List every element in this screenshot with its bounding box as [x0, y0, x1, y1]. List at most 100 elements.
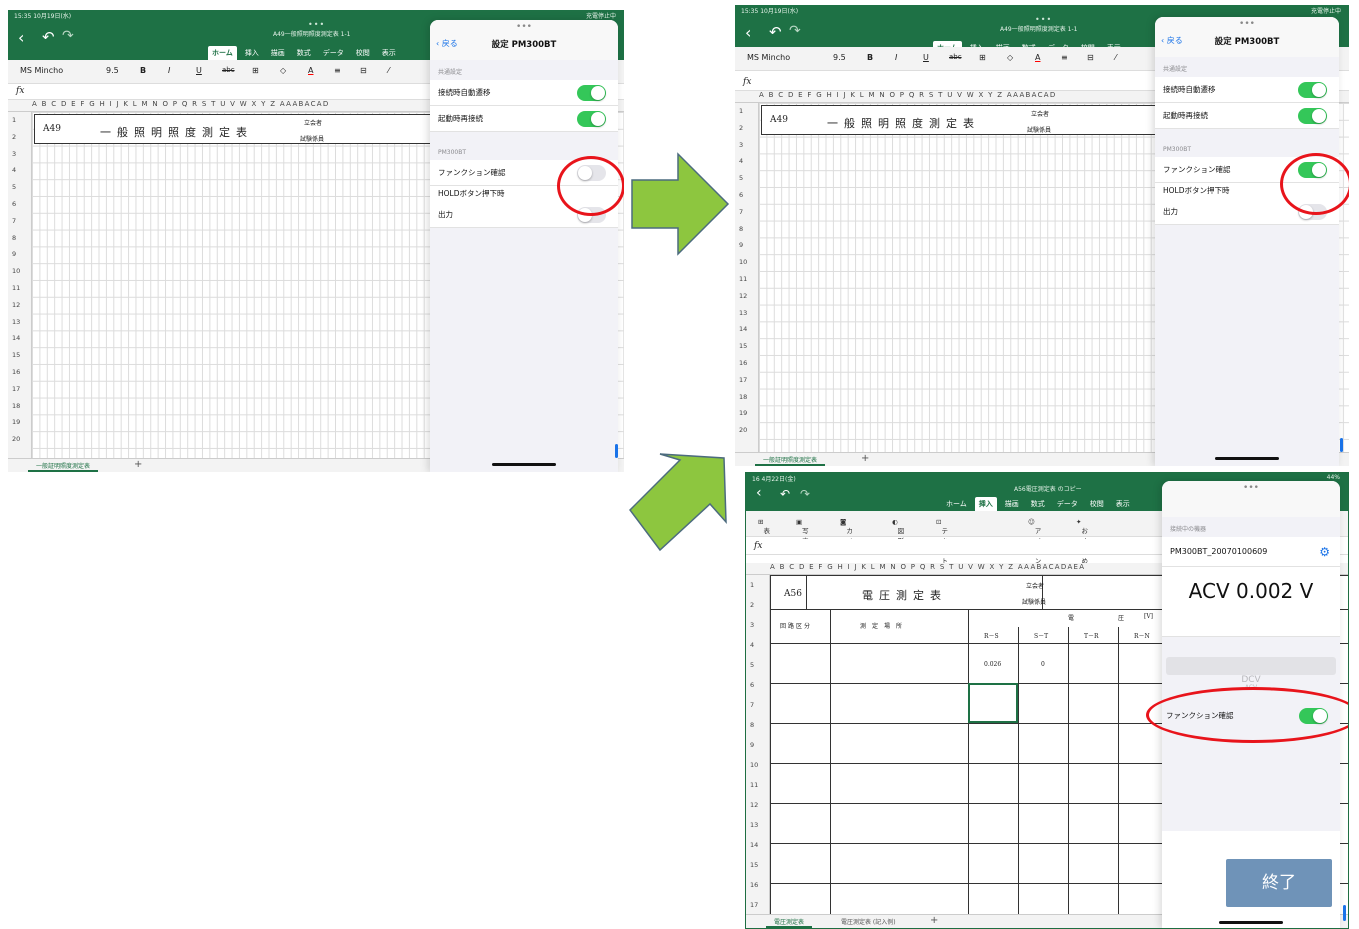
tab-formulas[interactable]: 数式	[1027, 497, 1049, 511]
row-number[interactable]: 2	[746, 595, 769, 615]
align-icon[interactable]: ≡	[334, 66, 341, 75]
row-number[interactable]: 13	[8, 314, 31, 331]
row-number[interactable]: 8	[746, 715, 769, 735]
row-number[interactable]: 5	[735, 170, 758, 187]
row-number[interactable]: 7	[746, 695, 769, 715]
add-sheet-button[interactable]: +	[861, 453, 869, 464]
row-number[interactable]: 9	[8, 246, 31, 263]
row-number[interactable]: 13	[735, 305, 758, 322]
undo-icon[interactable]: ↶	[769, 23, 782, 41]
italic-icon[interactable]: I	[168, 66, 170, 75]
tab-view[interactable]: 表示	[378, 46, 400, 60]
strikethrough-icon[interactable]: abc	[222, 66, 235, 74]
row-number[interactable]: 10	[735, 254, 758, 271]
row-number[interactable]: 15	[746, 855, 769, 875]
font-size-field[interactable]: 9.5	[833, 53, 846, 62]
tab-insert[interactable]: 挿入	[241, 46, 263, 60]
back-icon[interactable]: ‹	[756, 485, 762, 501]
row-number[interactable]: 15	[735, 338, 758, 355]
reconnect-toggle[interactable]	[1298, 108, 1327, 124]
row-number[interactable]: 4	[746, 635, 769, 655]
tab-data[interactable]: データ	[319, 46, 348, 60]
row-number[interactable]: 14	[8, 330, 31, 347]
insert-textbox-button[interactable]: ⊡ テキストボックス	[936, 518, 948, 605]
row-number[interactable]: 14	[746, 835, 769, 855]
row-number[interactable]: 20	[8, 431, 31, 448]
row-number[interactable]: 18	[735, 389, 758, 406]
row-number[interactable]: 12	[735, 288, 758, 305]
undo-icon[interactable]: ↶	[42, 28, 55, 46]
tab-data[interactable]: データ	[1053, 497, 1082, 511]
row-number[interactable]: 3	[735, 137, 758, 154]
back-icon[interactable]: ‹	[745, 23, 751, 42]
row-number[interactable]: 1	[735, 103, 758, 120]
redo-icon[interactable]: ↷	[800, 487, 810, 501]
row-number[interactable]: 16	[746, 875, 769, 895]
font-color-icon[interactable]: A	[1035, 53, 1040, 62]
row-number[interactable]: 17	[746, 895, 769, 915]
clear-icon[interactable]: ⁄	[1115, 53, 1116, 62]
row-number[interactable]: 8	[8, 230, 31, 247]
sheet-tab-voltage[interactable]: 電圧測定表	[766, 917, 813, 928]
fill-color-icon[interactable]: ◇	[280, 66, 286, 75]
row-number[interactable]: 11	[735, 271, 758, 288]
add-sheet-button[interactable]: +	[930, 915, 938, 926]
font-size-field[interactable]: 9.5	[106, 66, 119, 75]
sheet-tab[interactable]: 一般証明照度測定表	[755, 455, 826, 466]
row-number[interactable]: 12	[746, 795, 769, 815]
row-number[interactable]: 6	[735, 187, 758, 204]
align-icon[interactable]: ≡	[1061, 53, 1068, 62]
bluetooth-settings-icon[interactable]: ⚙	[1319, 537, 1330, 567]
row-number[interactable]: 9	[735, 237, 758, 254]
device-row[interactable]: PM300BT_20070100609 ⚙	[1162, 537, 1340, 567]
fill-color-icon[interactable]: ◇	[1007, 53, 1013, 62]
row-number[interactable]: 4	[735, 153, 758, 170]
cell-st-value[interactable]: 0	[1041, 661, 1045, 668]
insert-icon-button[interactable]: ☺ アイコン	[1028, 518, 1041, 565]
tab-home[interactable]: ホーム	[942, 497, 971, 511]
row-number[interactable]: 5	[746, 655, 769, 675]
row-number[interactable]: 17	[8, 381, 31, 398]
borders-icon[interactable]: ⊞	[252, 66, 259, 75]
row-number[interactable]: 19	[8, 414, 31, 431]
tab-review[interactable]: 校閲	[352, 46, 374, 60]
cell-rs-value[interactable]: 0.026	[984, 661, 1001, 668]
font-name-field[interactable]: MS Mincho	[20, 66, 63, 75]
tab-draw[interactable]: 描画	[267, 46, 289, 60]
row-number[interactable]: 6	[8, 196, 31, 213]
tab-insert[interactable]: 挿入	[974, 497, 997, 511]
redo-icon[interactable]: ↷	[789, 23, 801, 39]
row-number[interactable]: 17	[735, 372, 758, 389]
row-number[interactable]: 11	[746, 775, 769, 795]
row-number[interactable]: 10	[8, 263, 31, 280]
row-number[interactable]: 1	[8, 112, 31, 129]
insert-camera-button[interactable]: ◙ カメラ	[840, 518, 853, 555]
undo-icon[interactable]: ↶	[780, 487, 790, 501]
back-icon[interactable]: ‹	[18, 28, 24, 47]
row-number[interactable]: 3	[8, 146, 31, 163]
row-number[interactable]: 10	[746, 755, 769, 775]
row-number[interactable]: 11	[8, 280, 31, 297]
wrap-icon[interactable]: ⊟	[1087, 53, 1094, 62]
row-number[interactable]: 7	[735, 204, 758, 221]
tab-draw[interactable]: 描画	[1001, 497, 1023, 511]
end-button[interactable]: 終了	[1226, 859, 1332, 907]
row-number[interactable]: 13	[746, 815, 769, 835]
row-number[interactable]: 5	[8, 179, 31, 196]
row-number[interactable]: 3	[746, 615, 769, 635]
row-number[interactable]: 7	[8, 213, 31, 230]
sheet-tab[interactable]: 一般証明照度測定表	[28, 461, 99, 472]
more-dots-icon[interactable]: •••	[1035, 15, 1052, 24]
insert-shape-button[interactable]: ◐ 図形	[892, 518, 904, 545]
row-number[interactable]: 2	[735, 120, 758, 137]
wrap-icon[interactable]: ⊟	[360, 66, 367, 75]
sheet-tab-voltage-example[interactable]: 電圧測定表 (記入例)	[841, 917, 896, 926]
row-number[interactable]: 18	[8, 398, 31, 415]
insert-photo-button[interactable]: ▣ 写真	[796, 518, 809, 545]
auto-transition-toggle[interactable]	[577, 85, 606, 101]
underline-icon[interactable]: U	[196, 66, 202, 75]
row-number[interactable]: 19	[735, 405, 758, 422]
insert-table-button[interactable]: ⊞ 表	[758, 518, 770, 535]
font-name-field[interactable]: MS Mincho	[747, 53, 790, 62]
row-number[interactable]: 20	[735, 422, 758, 439]
